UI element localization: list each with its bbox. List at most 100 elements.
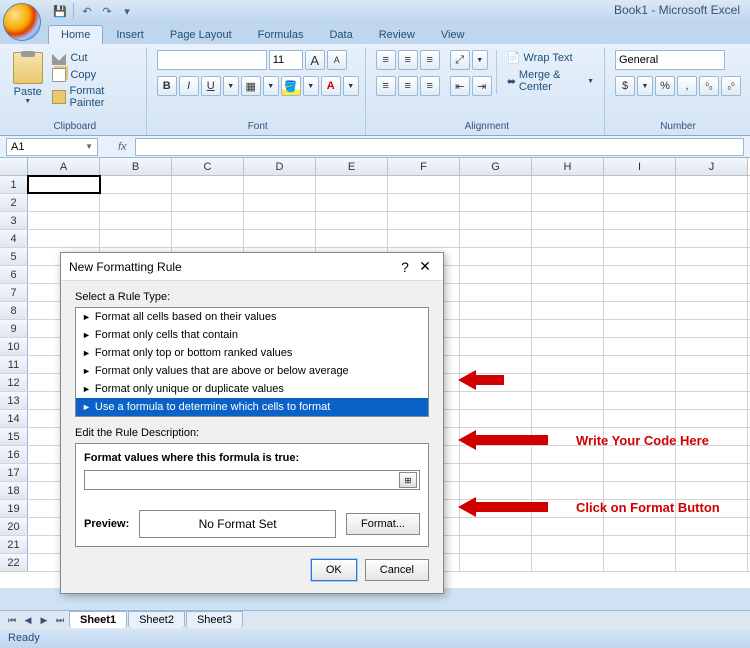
decrease-indent-button[interactable]: ⇤ bbox=[450, 76, 470, 96]
cell[interactable] bbox=[676, 284, 748, 301]
cell[interactable] bbox=[460, 320, 532, 337]
format-painter-button[interactable]: Format Painter bbox=[49, 84, 139, 110]
cell[interactable] bbox=[28, 230, 100, 247]
row-header[interactable]: 3 bbox=[0, 212, 28, 229]
rule-type-item[interactable]: ►Format only cells that contain bbox=[76, 326, 428, 344]
cell[interactable] bbox=[532, 536, 604, 553]
cell[interactable] bbox=[676, 212, 748, 229]
font-size-select[interactable] bbox=[269, 50, 303, 70]
row-header[interactable]: 19 bbox=[0, 500, 28, 517]
align-left-button[interactable]: ≡ bbox=[376, 76, 396, 96]
bold-button[interactable]: B bbox=[157, 76, 177, 96]
cell[interactable] bbox=[460, 392, 532, 409]
cell[interactable] bbox=[460, 464, 532, 481]
row-header[interactable]: 2 bbox=[0, 194, 28, 211]
cell[interactable] bbox=[460, 176, 532, 193]
row-header[interactable]: 22 bbox=[0, 554, 28, 571]
column-header[interactable]: A bbox=[28, 158, 100, 175]
increase-decimal-button[interactable]: ⁰₀ bbox=[699, 76, 719, 96]
cell[interactable] bbox=[460, 266, 532, 283]
cell[interactable] bbox=[532, 374, 604, 391]
row-header[interactable]: 7 bbox=[0, 284, 28, 301]
cell[interactable] bbox=[532, 248, 604, 265]
align-top-button[interactable]: ≡ bbox=[376, 50, 396, 70]
column-header[interactable]: B bbox=[100, 158, 172, 175]
rule-type-item[interactable]: ►Use a formula to determine which cells … bbox=[76, 398, 428, 416]
cell[interactable] bbox=[388, 176, 460, 193]
cell[interactable] bbox=[604, 338, 676, 355]
row-header[interactable]: 14 bbox=[0, 410, 28, 427]
formula-input[interactable]: ⊞ bbox=[84, 470, 420, 490]
fill-color-dropdown[interactable]: ▼ bbox=[303, 76, 319, 96]
cell[interactable] bbox=[460, 230, 532, 247]
row-header[interactable]: 9 bbox=[0, 320, 28, 337]
align-middle-button[interactable]: ≡ bbox=[398, 50, 418, 70]
decrease-decimal-button[interactable]: ₀⁰ bbox=[721, 76, 741, 96]
fill-color-button[interactable]: 🪣 bbox=[281, 76, 301, 96]
cell[interactable] bbox=[604, 410, 676, 427]
cell[interactable] bbox=[676, 356, 748, 373]
orientation-button[interactable]: ⤢ bbox=[450, 50, 470, 70]
decrease-font-button[interactable]: A bbox=[327, 50, 347, 70]
cell[interactable] bbox=[604, 518, 676, 535]
cell[interactable] bbox=[604, 356, 676, 373]
cell[interactable] bbox=[676, 338, 748, 355]
cell[interactable] bbox=[676, 374, 748, 391]
rule-type-item[interactable]: ►Format only values that are above or be… bbox=[76, 362, 428, 380]
wrap-text-button[interactable]: 📄Wrap Text bbox=[503, 50, 598, 65]
sheet-tab[interactable]: Sheet1 bbox=[69, 611, 127, 628]
cell[interactable] bbox=[604, 464, 676, 481]
cell[interactable] bbox=[604, 248, 676, 265]
currency-button[interactable]: $ bbox=[615, 76, 635, 96]
cell[interactable] bbox=[100, 212, 172, 229]
cell[interactable] bbox=[532, 320, 604, 337]
row-header[interactable]: 12 bbox=[0, 374, 28, 391]
cell[interactable] bbox=[676, 248, 748, 265]
row-header[interactable]: 11 bbox=[0, 356, 28, 373]
cell[interactable] bbox=[100, 230, 172, 247]
cell[interactable] bbox=[532, 356, 604, 373]
cell[interactable] bbox=[532, 284, 604, 301]
cell[interactable] bbox=[676, 392, 748, 409]
row-header[interactable]: 6 bbox=[0, 266, 28, 283]
cell[interactable] bbox=[316, 194, 388, 211]
cell[interactable] bbox=[532, 518, 604, 535]
cell[interactable] bbox=[604, 194, 676, 211]
cell[interactable] bbox=[676, 194, 748, 211]
row-header[interactable]: 10 bbox=[0, 338, 28, 355]
cell[interactable] bbox=[532, 464, 604, 481]
undo-button[interactable]: ↶ bbox=[78, 2, 96, 20]
row-header[interactable]: 4 bbox=[0, 230, 28, 247]
sheet-tab[interactable]: Sheet3 bbox=[186, 611, 243, 628]
cell[interactable] bbox=[460, 248, 532, 265]
help-button[interactable]: ? bbox=[395, 259, 415, 275]
cell[interactable] bbox=[676, 320, 748, 337]
cell[interactable] bbox=[460, 536, 532, 553]
column-header[interactable]: I bbox=[604, 158, 676, 175]
cut-button[interactable]: Cut bbox=[49, 50, 139, 66]
border-dropdown[interactable]: ▼ bbox=[263, 76, 279, 96]
cell[interactable] bbox=[100, 176, 172, 193]
cell[interactable] bbox=[172, 194, 244, 211]
cell[interactable] bbox=[244, 194, 316, 211]
cell[interactable] bbox=[532, 212, 604, 229]
cell[interactable] bbox=[172, 176, 244, 193]
increase-indent-button[interactable]: ⇥ bbox=[472, 76, 492, 96]
cell[interactable] bbox=[460, 554, 532, 571]
cell[interactable] bbox=[532, 410, 604, 427]
cell[interactable] bbox=[604, 266, 676, 283]
paste-button[interactable]: Paste ▼ bbox=[10, 50, 45, 105]
cancel-button[interactable]: Cancel bbox=[365, 559, 429, 581]
column-header[interactable]: C bbox=[172, 158, 244, 175]
cell[interactable] bbox=[532, 302, 604, 319]
tab-view[interactable]: View bbox=[428, 25, 478, 44]
save-button[interactable]: 💾 bbox=[51, 2, 69, 20]
cell[interactable] bbox=[28, 176, 100, 193]
cell[interactable] bbox=[604, 392, 676, 409]
tab-review[interactable]: Review bbox=[366, 25, 428, 44]
row-header[interactable]: 21 bbox=[0, 536, 28, 553]
row-header[interactable]: 13 bbox=[0, 392, 28, 409]
cell[interactable] bbox=[532, 176, 604, 193]
cell[interactable] bbox=[604, 554, 676, 571]
tab-page-layout[interactable]: Page Layout bbox=[157, 25, 245, 44]
